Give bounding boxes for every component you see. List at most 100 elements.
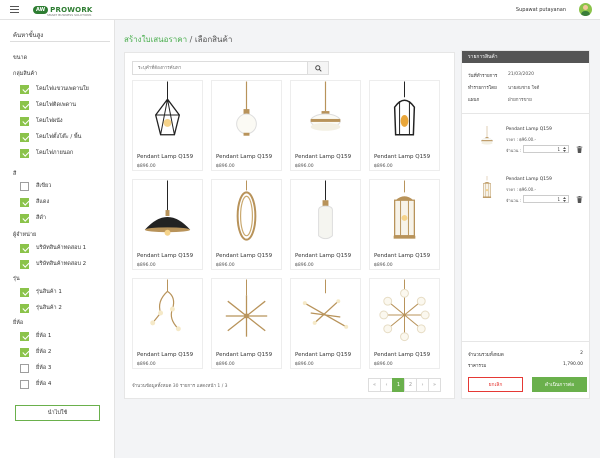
checkbox[interactable] xyxy=(20,331,29,341)
checkbox[interactable] xyxy=(20,84,29,94)
product-card[interactable]: Pendant Lamp Q159 ฿896.00 xyxy=(290,80,361,171)
product-card[interactable]: Pendant Lamp Q159 ฿896.00 xyxy=(132,278,203,369)
info-dept-label: แผนก xyxy=(468,98,480,103)
info-maker-value: นายสมชาย ใจดี xyxy=(508,86,540,91)
cart-item-name: Pendant Lamp Q159 xyxy=(506,127,552,132)
continue-button[interactable]: ดำเนินการต่อ xyxy=(532,377,587,392)
lantern-lamp-icon xyxy=(393,180,416,239)
checkbox[interactable] xyxy=(20,148,29,158)
menu-icon[interactable] xyxy=(10,6,19,14)
filter-model-2[interactable]: รุ่นสินค้า 2 xyxy=(20,303,62,313)
checkbox[interactable] xyxy=(20,287,29,297)
advanced-search-sidebar: ค้นหาขั้นสูง ขนาด กลุ่มสินค้า โคมไฟแขวนเ… xyxy=(0,20,115,458)
breadcrumb-create-quote-link[interactable]: สร้างใบเสนอราคา xyxy=(124,35,187,44)
product-card[interactable]: Pendant Lamp Q159 ฿896.00 xyxy=(369,278,440,369)
cart-title: รายการสินค้า xyxy=(462,51,589,63)
product-card[interactable]: Pendant Lamp Q159 ฿896.00 xyxy=(132,179,203,270)
filter-brand-3[interactable]: ยี่ห้อ 3 xyxy=(20,363,51,373)
product-price: ฿896.00 xyxy=(374,164,393,169)
filter-category-2[interactable]: โคมไฟติดเพดาน xyxy=(20,100,76,110)
search-box xyxy=(132,61,329,75)
filter-color-2[interactable]: สีแดง xyxy=(20,197,49,207)
filter-color-heading: สี xyxy=(13,171,17,177)
info-dept-row: แผนก ฝ่ายการขาย xyxy=(468,96,532,103)
product-card[interactable]: Pendant Lamp Q159 ฿896.00 xyxy=(290,179,361,270)
filter-color-1[interactable]: สีเขียว xyxy=(20,181,51,191)
filter-vendor-2[interactable]: บริษัทสินค้าทดสอบ 2 xyxy=(20,259,86,269)
top-bar: AW PROWORK SMART BUSINESS SOLUTIONS Supa… xyxy=(0,0,600,20)
filter-category-3[interactable]: โคมไฟผนัง xyxy=(20,116,63,126)
checkbox-label: บริษัทสินค้าทดสอบ 1 xyxy=(36,245,87,251)
breadcrumb-separator: / xyxy=(187,35,195,44)
product-price: ฿896.00 xyxy=(374,362,393,367)
product-card[interactable]: Pendant Lamp Q159 ฿896.00 xyxy=(132,80,203,171)
trash-icon[interactable] xyxy=(576,196,583,203)
filter-brand-1[interactable]: ยี่ห้อ 1 xyxy=(20,331,51,341)
page-last-button[interactable]: » xyxy=(428,378,441,392)
cart-item-qty-label: จำนวน : xyxy=(506,198,521,203)
checkbox[interactable] xyxy=(20,197,29,207)
filter-category-4[interactable]: โคมไฟตั้งโต๊ะ / พื้น xyxy=(20,132,81,142)
stepper-arrows-icon[interactable] xyxy=(563,146,566,152)
product-price: ฿896.00 xyxy=(216,362,235,367)
breadcrumb: สร้างใบเสนอราคา / เลือกสินค้า xyxy=(124,33,232,46)
checkbox[interactable] xyxy=(20,213,29,223)
product-name: Pendant Lamp Q159 xyxy=(216,352,273,358)
filter-color-3[interactable]: สีดำ xyxy=(20,213,46,223)
checkbox-label: บริษัทสินค้าทดสอบ 2 xyxy=(36,261,87,267)
user-name[interactable]: Supawat putayanan xyxy=(516,7,566,13)
glass-bottle-lamp-icon xyxy=(318,180,333,240)
lantern-lamp-icon xyxy=(482,176,492,198)
cancel-button[interactable]: ยกเลิก xyxy=(468,377,523,392)
filter-category-5[interactable]: โคมไฟภายนอก xyxy=(20,148,73,158)
checkbox-label: รุ่นสินค้า 2 xyxy=(36,305,62,311)
checkbox-label: ยี่ห้อ 4 xyxy=(36,381,52,387)
checkbox[interactable] xyxy=(20,243,29,253)
checkbox-label: ยี่ห้อ 3 xyxy=(36,365,52,371)
product-price: ฿896.00 xyxy=(137,164,156,169)
product-price: ฿896.00 xyxy=(295,362,314,367)
stepper-arrows-icon[interactable] xyxy=(563,196,566,202)
product-price: ฿896.00 xyxy=(216,164,235,169)
product-card[interactable]: Pendant Lamp Q159 ฿896.00 xyxy=(211,80,282,171)
product-card[interactable]: Pendant Lamp Q159 ฿896.00 xyxy=(290,278,361,369)
product-name: Pendant Lamp Q159 xyxy=(137,352,194,358)
checkbox[interactable] xyxy=(20,259,29,269)
branch-chandelier-icon xyxy=(150,279,181,332)
product-card[interactable]: Pendant Lamp Q159 ฿896.00 xyxy=(211,179,282,270)
checkbox[interactable] xyxy=(20,379,29,389)
total-qty-row: จำนวนรวมทั้งหมด 2 xyxy=(468,351,583,358)
checkbox[interactable] xyxy=(20,132,29,142)
info-date-value: 21/03/2020 xyxy=(508,72,534,77)
quantity-stepper[interactable]: 1 xyxy=(523,195,569,203)
product-card[interactable]: Pendant Lamp Q159 ฿896.00 xyxy=(369,179,440,270)
filter-brand-4[interactable]: ยี่ห้อ 4 xyxy=(20,379,51,389)
checkbox[interactable] xyxy=(20,363,29,373)
info-maker-label: ทำรายการโดย xyxy=(468,86,497,91)
product-card[interactable]: Pendant Lamp Q159 ฿896.00 xyxy=(369,80,440,171)
checkbox[interactable] xyxy=(20,347,29,357)
checkbox[interactable] xyxy=(20,100,29,110)
trash-icon[interactable] xyxy=(576,146,583,153)
product-name: Pendant Lamp Q159 xyxy=(137,253,194,259)
cart-panel: รายการสินค้า วันที่ทำรายการ 21/03/2020 ท… xyxy=(461,50,590,399)
filter-model-1[interactable]: รุ่นสินค้า 1 xyxy=(20,287,62,297)
checkbox[interactable] xyxy=(20,181,29,191)
quantity-stepper[interactable]: 1 xyxy=(523,145,569,153)
filter-brand-2[interactable]: ยี่ห้อ 2 xyxy=(20,347,51,357)
product-name: Pendant Lamp Q159 xyxy=(295,154,352,160)
product-price: ฿896.00 xyxy=(137,362,156,367)
filter-category-1[interactable]: โคมไฟแขวนเพดานใย xyxy=(20,84,89,94)
total-price-label: ราคารวม xyxy=(468,364,487,369)
checkbox[interactable] xyxy=(20,303,29,313)
checkbox[interactable] xyxy=(20,116,29,126)
search-input[interactable] xyxy=(133,62,328,74)
product-card[interactable]: Pendant Lamp Q159 ฿896.00 xyxy=(211,278,282,369)
filter-vendor-1[interactable]: บริษัทสินค้าทดสอบ 1 xyxy=(20,243,86,253)
apply-filter-button[interactable]: นำไปใช้ xyxy=(15,405,100,421)
product-name: Pendant Lamp Q159 xyxy=(216,154,273,160)
search-button[interactable] xyxy=(307,61,329,75)
dome-pendant-lamp-icon xyxy=(144,180,191,236)
avatar[interactable] xyxy=(579,3,592,16)
quantity-value: 1 xyxy=(557,146,560,152)
